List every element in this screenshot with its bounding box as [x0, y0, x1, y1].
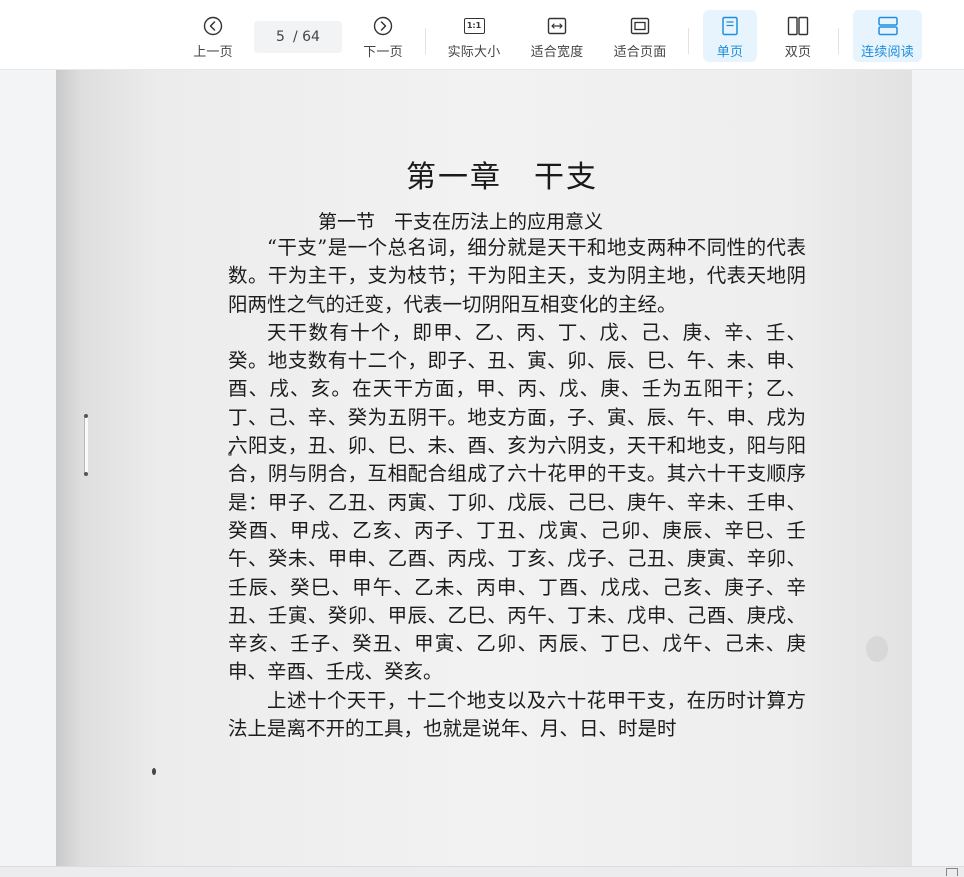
corner-resize-icon[interactable]	[946, 868, 958, 876]
body-text: “干支”是一个总名词，细分就是天干和地支两种不同性的代表数。干为主干，支为枝节；…	[228, 234, 806, 743]
fit-page-label: 适合页面	[613, 45, 667, 60]
toolbar-divider	[425, 28, 426, 54]
fit-page-icon	[629, 15, 651, 37]
page-number-input[interactable]: 5 / 64	[254, 21, 342, 53]
prev-page-button[interactable]: 上一页	[188, 10, 238, 62]
total-pages: / 64	[292, 29, 320, 45]
single-page-icon	[719, 15, 741, 37]
scanned-page-content: 第一章 干支 第一节 干支在历法上的应用意义 “干支”是一个总名词，细分就是天干…	[56, 70, 912, 866]
scan-smudge	[866, 636, 888, 662]
double-page-label: 双页	[784, 45, 812, 60]
paragraph: 上述十个天干，十二个地支以及六十花甲干支，在历时计算方法上是离不开的工具，也就是…	[228, 688, 806, 741]
continuous-reading-button[interactable]: 连续阅读	[853, 10, 922, 62]
single-page-button[interactable]: 单页	[703, 10, 757, 62]
fit-width-icon	[546, 15, 568, 37]
double-page-icon	[787, 15, 809, 37]
single-page-label: 单页	[716, 45, 744, 60]
toolbar-divider	[688, 28, 689, 54]
fit-width-button[interactable]: 适合宽度	[525, 10, 589, 62]
prev-page-label: 上一页	[193, 45, 233, 60]
chevron-left-circle-icon	[202, 15, 224, 37]
scan-speck	[84, 472, 88, 476]
continuous-reading-label: 连续阅读	[861, 45, 914, 60]
continuous-scroll-icon	[877, 15, 899, 37]
current-page-number[interactable]: 5	[276, 29, 285, 45]
chapter-title: 第一章 干支	[406, 160, 598, 195]
paragraph: “干支”是一个总名词，细分就是天干和地支两种不同性的代表数。干为主干，支为枝节；…	[228, 236, 806, 316]
paragraph: 天干数有十个，即甲、乙、丙、丁、戊、己、庚、辛、壬、癸。地支数有十二个，即子、丑…	[228, 320, 806, 684]
actual-size-button[interactable]: 1:1 实际大小	[442, 10, 506, 62]
actual-size-icon: 1:1	[463, 15, 485, 37]
fit-page-button[interactable]: 适合页面	[608, 10, 672, 62]
next-page-button[interactable]: 下一页	[358, 10, 408, 62]
viewer-toolbar: 上一页 5 / 64 下一页 1:1 实际大小 适合宽度 适合页面 单页 双页 …	[0, 0, 964, 70]
scan-speck	[152, 768, 156, 775]
actual-size-label: 实际大小	[447, 45, 501, 60]
section-title: 第一节 干支在历法上的应用意义	[318, 211, 604, 233]
scan-speck	[84, 414, 88, 418]
document-viewport[interactable]: 第一章 干支 第一节 干支在历法上的应用意义 “干支”是一个总名词，细分就是天干…	[0, 70, 964, 866]
chevron-right-circle-icon	[372, 15, 394, 37]
binding-staple-mark	[84, 416, 88, 474]
scanned-page: 第一章 干支 第一节 干支在历法上的应用意义 “干支”是一个总名词，细分就是天干…	[56, 70, 912, 866]
horizontal-scrollbar[interactable]	[0, 866, 964, 877]
double-page-button[interactable]: 双页	[771, 10, 825, 62]
toolbar-divider	[838, 28, 839, 54]
fit-width-label: 适合宽度	[530, 45, 584, 60]
next-page-label: 下一页	[363, 45, 403, 60]
